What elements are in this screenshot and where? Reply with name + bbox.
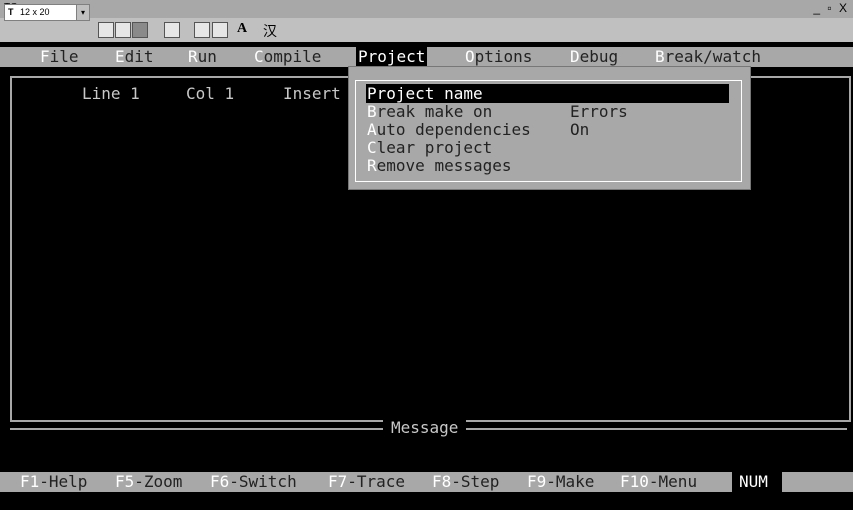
message-title: Message <box>383 418 467 437</box>
menu-debug[interactable]: Debug <box>570 47 618 67</box>
chinese-input-button[interactable]: 汉 <box>263 21 277 41</box>
menu-item-project-name[interactable]: Project name <box>367 84 483 103</box>
f6-switch[interactable]: F6-Switch <box>210 472 297 492</box>
menu-item-remove-messages[interactable]: Remove messages <box>367 156 512 175</box>
window-title-bar <box>0 0 853 18</box>
paste-icon[interactable] <box>132 22 148 38</box>
chevron-down-icon[interactable]: ▾ <box>76 5 89 20</box>
fullscreen-icon[interactable] <box>164 22 180 38</box>
f8-step[interactable]: F8-Step <box>432 472 499 492</box>
mark-icon[interactable] <box>98 22 114 38</box>
copy-icon[interactable] <box>115 22 131 38</box>
font-button[interactable]: A <box>237 21 247 37</box>
font-size-select[interactable]: T 12 x 20 ▾ <box>4 4 90 21</box>
break-make-on-value: Errors <box>570 102 628 121</box>
f5-zoom[interactable]: F5-Zoom <box>115 472 182 492</box>
f9-make[interactable]: F9-Make <box>527 472 594 492</box>
menu-file[interactable]: File <box>40 47 79 67</box>
menu-options[interactable]: Options <box>465 47 532 67</box>
menu-edit[interactable]: Edit <box>115 47 154 67</box>
f10-menu[interactable]: F10-Menu <box>620 472 697 492</box>
menu-compile[interactable]: Compile <box>254 47 321 67</box>
font-size-value: 12 x 20 <box>20 7 50 17</box>
function-key-bar: F1-Help F5-Zoom F6-Switch F7-Trace F8-St… <box>0 472 853 492</box>
background-icon[interactable] <box>212 22 228 38</box>
insert-mode: Insert <box>283 84 341 103</box>
cursor-line: Line 1 <box>82 84 140 103</box>
menu-item-auto-dependencies[interactable]: Auto dependencies <box>367 120 531 139</box>
f7-trace[interactable]: F7-Trace <box>328 472 405 492</box>
cursor-column: Col 1 <box>186 84 235 103</box>
auto-dependencies-value: On <box>570 120 590 139</box>
menu-item-clear-project[interactable]: Clear project <box>367 138 492 157</box>
f1-help[interactable]: F1-Help <box>20 472 87 492</box>
num-lock-indicator: NUM <box>732 472 782 492</box>
menu-break-watch[interactable]: Break/watch <box>655 47 761 67</box>
window-controls[interactable]: _ ▫ X <box>813 1 849 15</box>
font-icon: T <box>8 7 14 17</box>
menu-run[interactable]: Run <box>188 47 217 67</box>
menu-item-break-make-on[interactable]: Break make on <box>367 102 492 121</box>
menu-bar: File Edit Run Compile Project Options De… <box>0 47 853 67</box>
properties-icon[interactable] <box>194 22 210 38</box>
menu-project[interactable]: Project <box>356 47 428 67</box>
